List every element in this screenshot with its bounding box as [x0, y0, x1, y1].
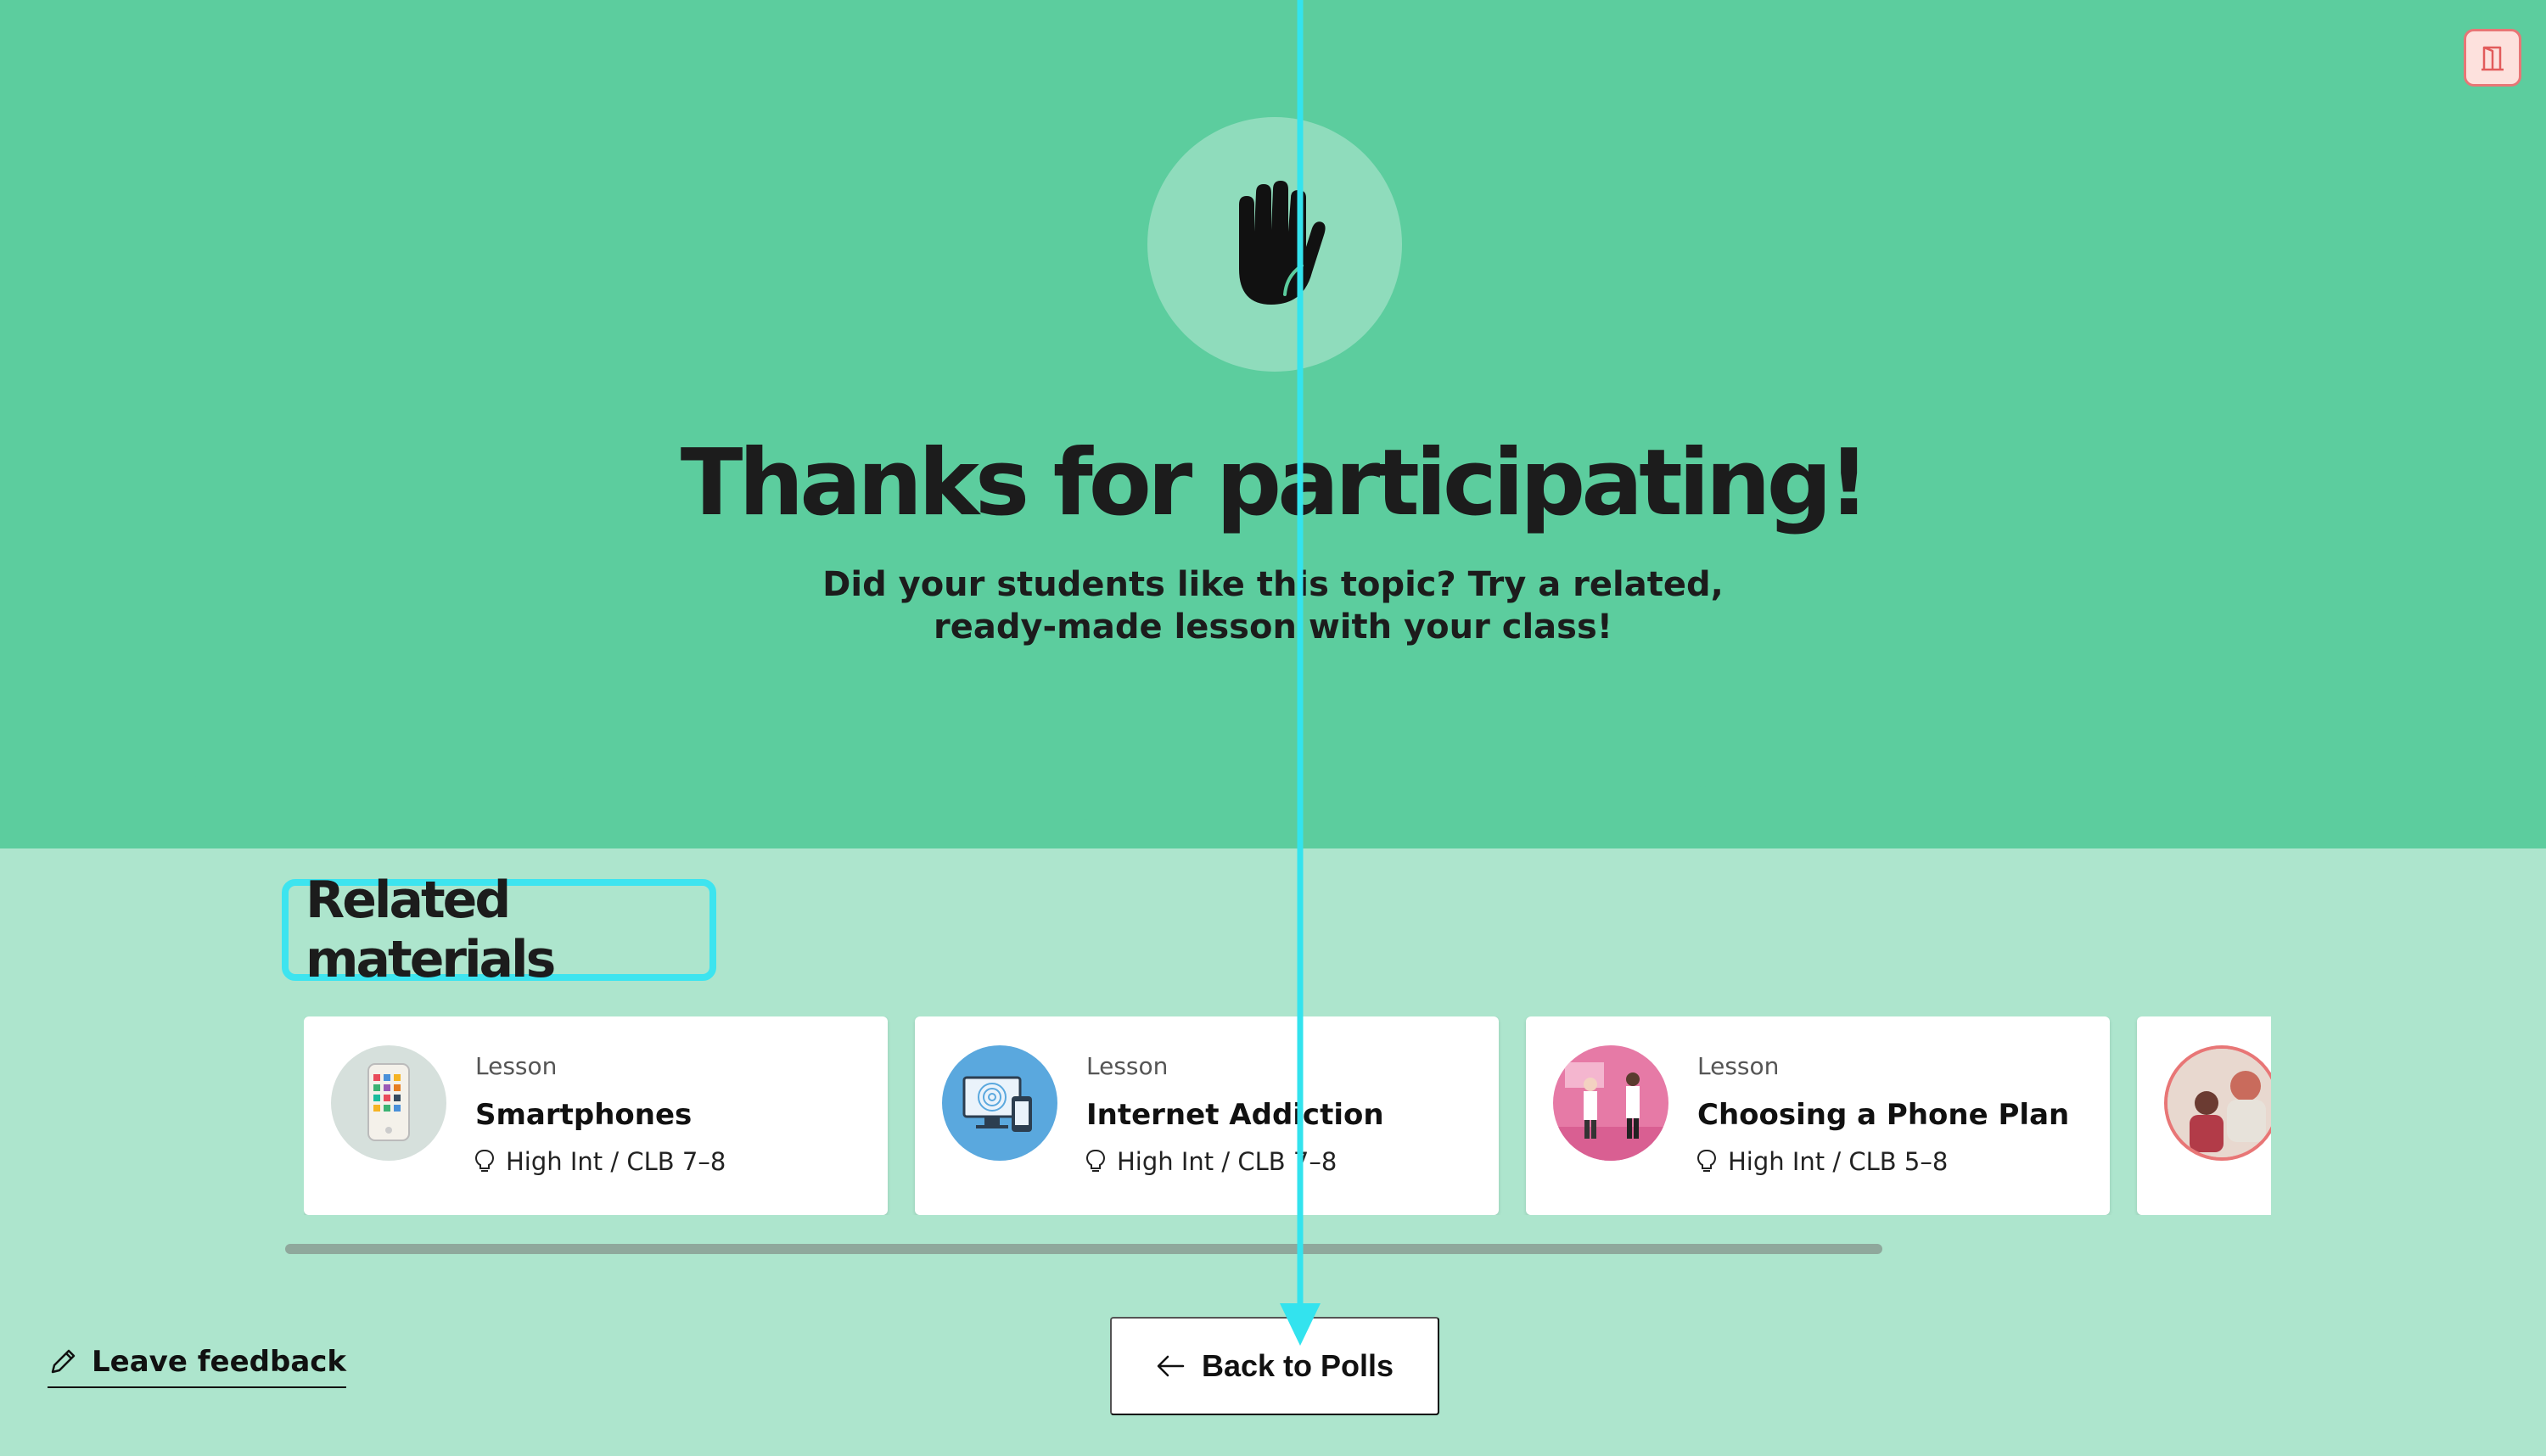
- leave-feedback-link[interactable]: Leave feedback: [48, 1341, 347, 1388]
- smartphone-thumbnail: [331, 1045, 446, 1161]
- lesson-card-partial[interactable]: [2137, 1016, 2271, 1215]
- arrow-left-icon: [1157, 1355, 1185, 1377]
- back-to-polls-label: Back to Polls: [1201, 1348, 1394, 1383]
- related-materials-carousel[interactable]: Lesson Smartphones High Int / CLB 7–8 Le…: [304, 1016, 2271, 1215]
- card-title: Smartphones: [475, 1098, 693, 1132]
- lightbulb-icon: [1697, 1149, 1716, 1172]
- exit-button[interactable]: [2464, 29, 2521, 87]
- card-level-text: High Int / CLB 5–8: [1728, 1147, 1949, 1176]
- page-title: Thanks for participating!: [680, 430, 1870, 536]
- lesson-card-smartphones[interactable]: Lesson Smartphones High Int / CLB 7–8: [304, 1016, 888, 1215]
- card-level: High Int / CLB 5–8: [1697, 1147, 1948, 1176]
- raised-hand-icon: [1239, 181, 1326, 305]
- wave-divider: [0, 747, 2546, 821]
- lightbulb-icon: [475, 1149, 494, 1172]
- card-title: Internet Addiction: [1086, 1098, 1384, 1132]
- page-subtitle: Did your students like this topic? Try a…: [822, 565, 1724, 647]
- back-to-polls-button[interactable]: Back to Polls: [1110, 1317, 1439, 1415]
- pencil-icon: [51, 1349, 76, 1374]
- card-level: High Int / CLB 7–8: [1086, 1147, 1337, 1176]
- photo-thumbnail: [2164, 1045, 2271, 1161]
- hero-icon-circle: [1147, 117, 1402, 372]
- lightbulb-icon: [1086, 1149, 1105, 1172]
- computer-thumbnail: [942, 1045, 1057, 1161]
- card-level-text: High Int / CLB 7–8: [506, 1147, 726, 1176]
- lesson-card-choosing-a-phone-plan[interactable]: Lesson Choosing a Phone Plan High Int / …: [1526, 1016, 2110, 1215]
- card-level-text: High Int / CLB 7–8: [1117, 1147, 1337, 1176]
- phone-store-thumbnail: [1553, 1045, 1668, 1161]
- exit-door-icon: [2482, 46, 2504, 71]
- leave-feedback-label: Leave feedback: [92, 1345, 347, 1379]
- lesson-card-internet-addiction[interactable]: Lesson Internet Addiction High Int / CLB…: [915, 1016, 1499, 1215]
- card-type-label: Lesson: [475, 1052, 558, 1080]
- card-type-label: Lesson: [1697, 1052, 1780, 1080]
- card-title: Choosing a Phone Plan: [1697, 1098, 2070, 1132]
- card-level: High Int / CLB 7–8: [475, 1147, 726, 1176]
- related-materials-heading: Related materials: [282, 871, 716, 989]
- card-type-label: Lesson: [1086, 1052, 1169, 1080]
- carousel-scrollbar[interactable]: [285, 1244, 1882, 1254]
